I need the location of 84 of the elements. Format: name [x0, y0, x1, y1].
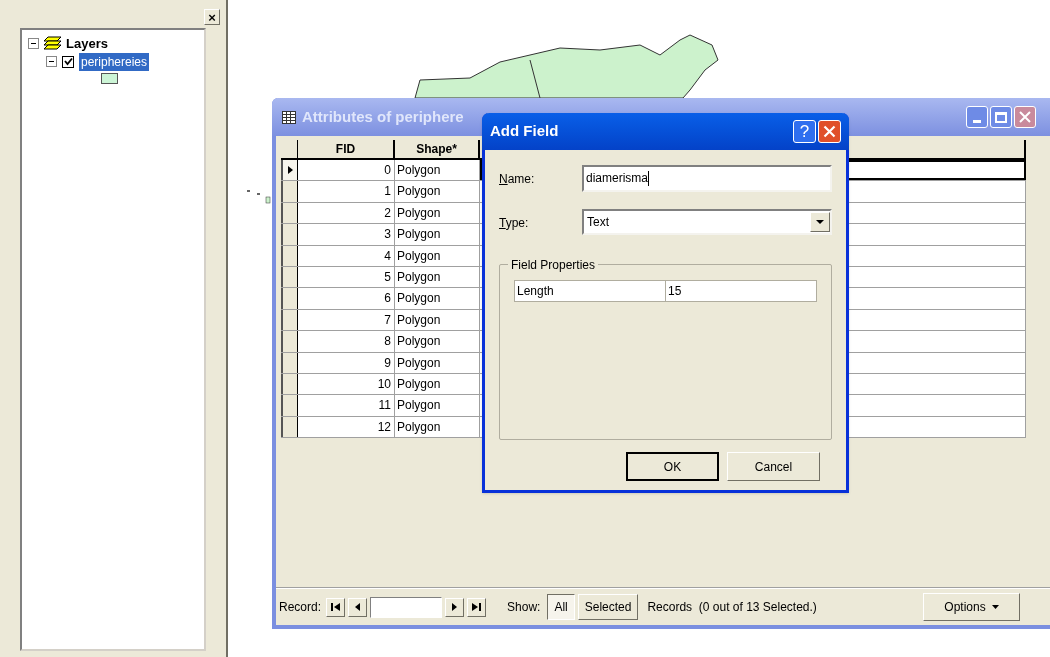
row-selector[interactable]	[281, 331, 298, 352]
caret-icon	[991, 605, 999, 609]
close-icon	[1019, 111, 1031, 123]
row-selector[interactable]	[281, 395, 298, 416]
current-row-icon	[287, 166, 293, 175]
table-cell: 7	[298, 309, 395, 331]
column-header[interactable]: Shape*	[395, 140, 480, 158]
previous-icon	[355, 603, 361, 611]
dialog-title: Add Field	[490, 121, 559, 142]
island-drawing	[247, 190, 272, 204]
table-cell: Polygon	[395, 395, 480, 416]
help-button[interactable]: ?	[793, 120, 816, 143]
maximize-button[interactable]	[990, 106, 1012, 128]
show-toggle-button[interactable]: Selected	[577, 594, 639, 620]
layers-icon	[43, 36, 62, 51]
row-selector[interactable]	[281, 160, 298, 181]
table-cell: 0	[298, 160, 395, 181]
layer-name[interactable]: periphereies	[79, 52, 150, 71]
table-cell: Polygon	[395, 224, 480, 245]
record-number-field[interactable]	[370, 596, 443, 618]
close-button[interactable]	[818, 120, 841, 143]
name-field[interactable]: diamerisma	[582, 164, 832, 192]
layer-checkbox[interactable]	[62, 55, 74, 68]
previous-record-button[interactable]	[348, 597, 368, 617]
table-cell: 6	[298, 288, 395, 309]
collapse-icon[interactable]	[28, 38, 39, 49]
table-icon	[282, 110, 296, 124]
window-title: Attributes of periphere	[302, 106, 464, 127]
type-label: Type:	[499, 216, 529, 230]
table-cell: 4	[298, 245, 395, 266]
row-selector[interactable]	[281, 266, 298, 288]
type-dropdown[interactable]: Text	[582, 209, 832, 235]
table-cell: Polygon	[395, 160, 480, 181]
table-cell: 12	[298, 416, 395, 438]
row-selector[interactable]	[281, 245, 298, 266]
dialog-button[interactable]: Cancel	[727, 452, 820, 481]
show-label: Show:	[507, 599, 541, 616]
table-cell: 8	[298, 331, 395, 352]
table-cell: Polygon	[395, 202, 480, 224]
row-selector[interactable]	[281, 224, 298, 245]
table-cell: Polygon	[395, 309, 480, 331]
table-cell: 5	[298, 266, 395, 288]
tree-root-label[interactable]: Layers	[66, 33, 108, 54]
minimize-button[interactable]	[966, 106, 988, 128]
table-cell: Polygon	[395, 416, 480, 438]
table-cell: 3	[298, 224, 395, 245]
table-cell: Polygon	[395, 181, 480, 202]
close-icon	[823, 125, 836, 138]
record-label: Record:	[279, 599, 322, 616]
close-button[interactable]: ×	[204, 9, 220, 25]
row-selector[interactable]	[281, 309, 298, 331]
options-button[interactable]: Options	[923, 593, 1020, 621]
next-icon	[452, 603, 458, 611]
table-cell: Polygon	[395, 288, 480, 309]
row-selector[interactable]	[281, 288, 298, 309]
first-record-button[interactable]	[326, 597, 346, 617]
table-cell: Polygon	[395, 331, 480, 352]
table-cell: Polygon	[395, 245, 480, 266]
close-button[interactable]	[1014, 106, 1036, 128]
table-cell: 11	[298, 395, 395, 416]
table-cell: Polygon	[395, 373, 480, 395]
row-selector[interactable]	[281, 202, 298, 224]
next-record-button[interactable]	[445, 597, 465, 617]
table-cell: 10	[298, 373, 395, 395]
records-summary: Records (0 out of 13 Selected.)	[647, 599, 817, 616]
last-icon	[472, 603, 482, 611]
row-selector[interactable]	[281, 373, 298, 395]
table-cell: Polygon	[395, 352, 480, 373]
property-value-cell[interactable]: 15	[666, 281, 816, 301]
dialog-button[interactable]: OK	[626, 452, 719, 481]
property-name-cell: Length	[515, 281, 666, 301]
row-selector[interactable]	[281, 416, 298, 438]
show-toggle-button[interactable]: All	[547, 594, 575, 620]
row-selector[interactable]	[281, 181, 298, 202]
table-cell: Polygon	[395, 266, 480, 288]
first-icon	[331, 603, 341, 611]
table-cell: 1	[298, 181, 395, 202]
column-header[interactable]: FID	[298, 140, 395, 158]
row-selector[interactable]	[281, 352, 298, 373]
collapse-icon[interactable]	[46, 56, 57, 67]
name-label: Name:	[499, 172, 535, 186]
last-record-button[interactable]	[467, 597, 487, 617]
table-cell: 9	[298, 352, 395, 373]
table-cell: 2	[298, 202, 395, 224]
